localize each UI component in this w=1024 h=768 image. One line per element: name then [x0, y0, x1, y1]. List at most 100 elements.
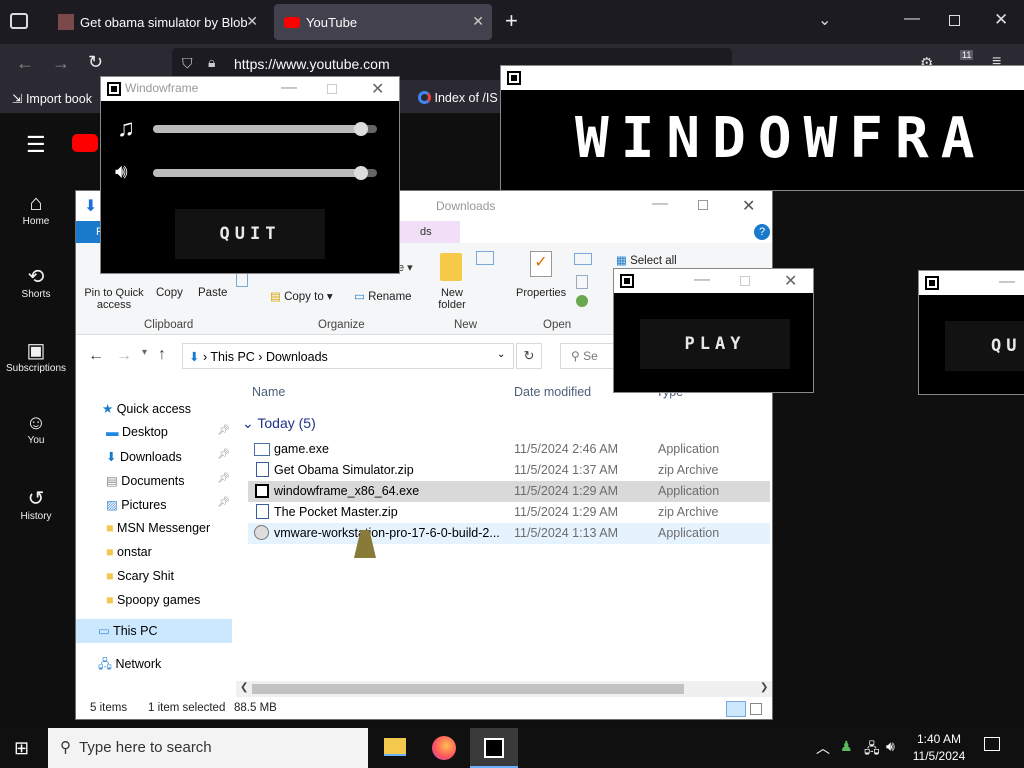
help-icon[interactable]: ? — [754, 224, 770, 240]
firefox-taskbar-icon[interactable] — [432, 736, 456, 760]
refresh-button[interactable]: ↻ — [516, 343, 542, 369]
url-text[interactable]: https://www.youtube.com — [234, 56, 390, 72]
sidebar-network[interactable]: 🖧︎ Network — [98, 655, 161, 676]
quit-button[interactable]: QUIT — [175, 209, 325, 259]
show-hidden-icons-icon[interactable]: ︿ — [816, 738, 830, 758]
rename-button[interactable]: ▭ Rename — [354, 289, 412, 303]
sidebar-quick-access[interactable]: ★ Quick access — [102, 401, 191, 416]
sidebar-pictures[interactable]: ▨ Pictures 📌︎ — [106, 497, 230, 512]
details-view-icon[interactable] — [726, 701, 746, 717]
column-date[interactable]: Date modified — [514, 385, 591, 399]
nav-subscriptions[interactable]: ▣ Subscriptions — [0, 338, 72, 374]
minimize-icon[interactable]: — — [694, 271, 710, 289]
minimize-icon[interactable]: — — [652, 195, 668, 213]
address-dropdown-icon[interactable]: ⌄ — [497, 349, 505, 360]
copy-to-button[interactable]: ▤ Copy to ▾ — [270, 289, 333, 303]
history-icon[interactable] — [576, 295, 588, 307]
new-tab-button[interactable]: + — [505, 8, 518, 34]
minimize-icon[interactable]: — — [999, 273, 1015, 291]
sidebar-this-pc[interactable]: ▭ This PC — [76, 619, 232, 643]
file-row[interactable]: The Pocket Master.zip 11/5/2024 1:29 AM … — [248, 502, 770, 523]
notifications-icon[interactable] — [984, 737, 1000, 751]
tab-obama-simulator[interactable]: Get obama simulator by Blob ✕ — [48, 4, 266, 40]
scroll-left-icon[interactable]: ❮ — [240, 682, 248, 693]
nav-home[interactable]: ⌂ Home — [0, 190, 72, 227]
copy-button[interactable]: Copy — [156, 287, 183, 299]
sidebar-scary[interactable]: ■ Scary Shit — [106, 569, 174, 583]
new-item-icon[interactable] — [476, 251, 494, 265]
nav-history[interactable]: ↺ History — [0, 486, 72, 522]
youtube-logo[interactable] — [72, 134, 98, 152]
sidebar-onstar[interactable]: ■ onstar — [106, 545, 152, 559]
forward-icon[interactable]: → — [116, 347, 132, 365]
sound-volume-knob[interactable] — [354, 166, 368, 180]
paste-shortcut-icon[interactable] — [236, 273, 248, 287]
file-row[interactable]: game.exe 11/5/2024 2:46 AM Application — [248, 439, 770, 460]
file-row[interactable]: Get Obama Simulator.zip 11/5/2024 1:37 A… — [248, 460, 770, 481]
sound-volume-slider[interactable] — [153, 166, 377, 180]
breadcrumb-downloads[interactable]: Downloads — [266, 350, 328, 364]
tab-youtube[interactable]: YouTube ✕ — [274, 4, 492, 40]
close-tab-icon[interactable]: ✕ — [246, 13, 258, 30]
organize-dropdown[interactable]: e ▾ — [398, 261, 413, 274]
reload-icon[interactable]: ↻ — [88, 52, 103, 73]
minimize-icon[interactable]: — — [281, 79, 297, 97]
horizontal-scrollbar[interactable]: ❮ ❯ — [236, 681, 772, 697]
back-icon[interactable]: ← — [88, 347, 104, 365]
quit-button-partial[interactable]: QU — [945, 321, 1024, 371]
sidebar-msn-messenger[interactable]: ■ MSN Messenger — [106, 521, 210, 535]
back-icon[interactable]: ← — [16, 53, 34, 74]
maximize-icon[interactable] — [740, 276, 750, 286]
properties-button[interactable]: Properties — [516, 287, 566, 299]
paste-button[interactable]: Paste — [198, 287, 227, 299]
play-button[interactable]: PLAY — [640, 319, 790, 369]
volume-icon[interactable]: 🔊︎ — [886, 738, 895, 755]
minimize-icon[interactable]: — — [904, 10, 920, 28]
bookmark-import[interactable]: ⇲ Import book — [12, 91, 92, 106]
large-icons-view-icon[interactable] — [750, 703, 762, 715]
breadcrumb[interactable]: ⬇ › This PC › Downloads ⌄ — [182, 343, 514, 369]
open-icon[interactable] — [574, 253, 592, 265]
edit-icon[interactable] — [576, 275, 588, 289]
forward-icon[interactable]: → — [52, 53, 70, 74]
column-name[interactable]: Name — [252, 385, 285, 399]
music-volume-slider[interactable] — [153, 122, 377, 136]
taskbar-search-box[interactable]: ⚲ Type here to search — [48, 728, 368, 768]
network-icon[interactable]: 🖧︎ — [864, 738, 880, 762]
close-icon[interactable]: ✕ — [784, 271, 797, 291]
tab-list-icon[interactable] — [10, 13, 28, 29]
sidebar-spoopy-games[interactable]: ■ Spoopy games — [106, 593, 200, 607]
file-explorer-taskbar-icon[interactable] — [384, 738, 406, 756]
windowframe-taskbar-button[interactable] — [470, 728, 518, 768]
group-header[interactable]: ⌄ Today (5) — [242, 415, 316, 432]
music-volume-knob[interactable] — [354, 122, 368, 136]
file-row-selected[interactable]: windowframe_x86_64.exe 11/5/2024 1:29 AM… — [248, 481, 770, 502]
recent-dropdown-icon[interactable]: ▾ — [142, 347, 147, 358]
file-row-hover[interactable]: vmware-workstation-pro-17-6-0-build-2...… — [248, 523, 770, 544]
sidebar-documents[interactable]: ▤ Documents 📌︎ — [106, 473, 230, 488]
scrollbar-thumb[interactable] — [252, 684, 684, 694]
user-status-icon[interactable]: ♟ — [840, 738, 853, 755]
sidebar-desktop[interactable]: ▬ Desktop 📌︎ — [106, 425, 230, 439]
new-folder-button[interactable]: New folder — [432, 287, 472, 311]
close-window-icon[interactable]: ✕ — [994, 10, 1008, 30]
nav-shorts[interactable]: ⟲ Shorts — [0, 264, 72, 300]
manage-tab[interactable]: ds — [400, 221, 460, 243]
clock[interactable]: 1:40 AM 11/5/2024 — [904, 731, 974, 765]
close-icon[interactable]: ✕ — [371, 79, 384, 99]
maximize-icon[interactable] — [327, 84, 337, 94]
scroll-right-icon[interactable]: ❯ — [760, 682, 768, 693]
hamburger-menu-icon[interactable]: ☰ — [26, 132, 46, 158]
pin-quick-access-button[interactable]: Pin to Quick access — [82, 287, 146, 311]
restore-icon[interactable] — [949, 15, 960, 26]
breadcrumb-this-pc[interactable]: This PC — [210, 350, 254, 364]
sidebar-downloads[interactable]: ⬇ Downloads 📌︎ — [106, 449, 230, 464]
list-all-tabs-icon[interactable]: ⌄ — [818, 10, 831, 30]
bookmark-index[interactable]: Index of /IS — [418, 91, 498, 105]
close-icon[interactable]: ✕ — [742, 196, 755, 216]
close-tab-icon[interactable]: ✕ — [472, 13, 484, 30]
nav-you[interactable]: ☺ You — [0, 412, 72, 446]
up-icon[interactable]: ↑ — [158, 346, 166, 364]
start-icon[interactable]: ⊞ — [14, 738, 29, 759]
maximize-icon[interactable] — [698, 200, 708, 210]
